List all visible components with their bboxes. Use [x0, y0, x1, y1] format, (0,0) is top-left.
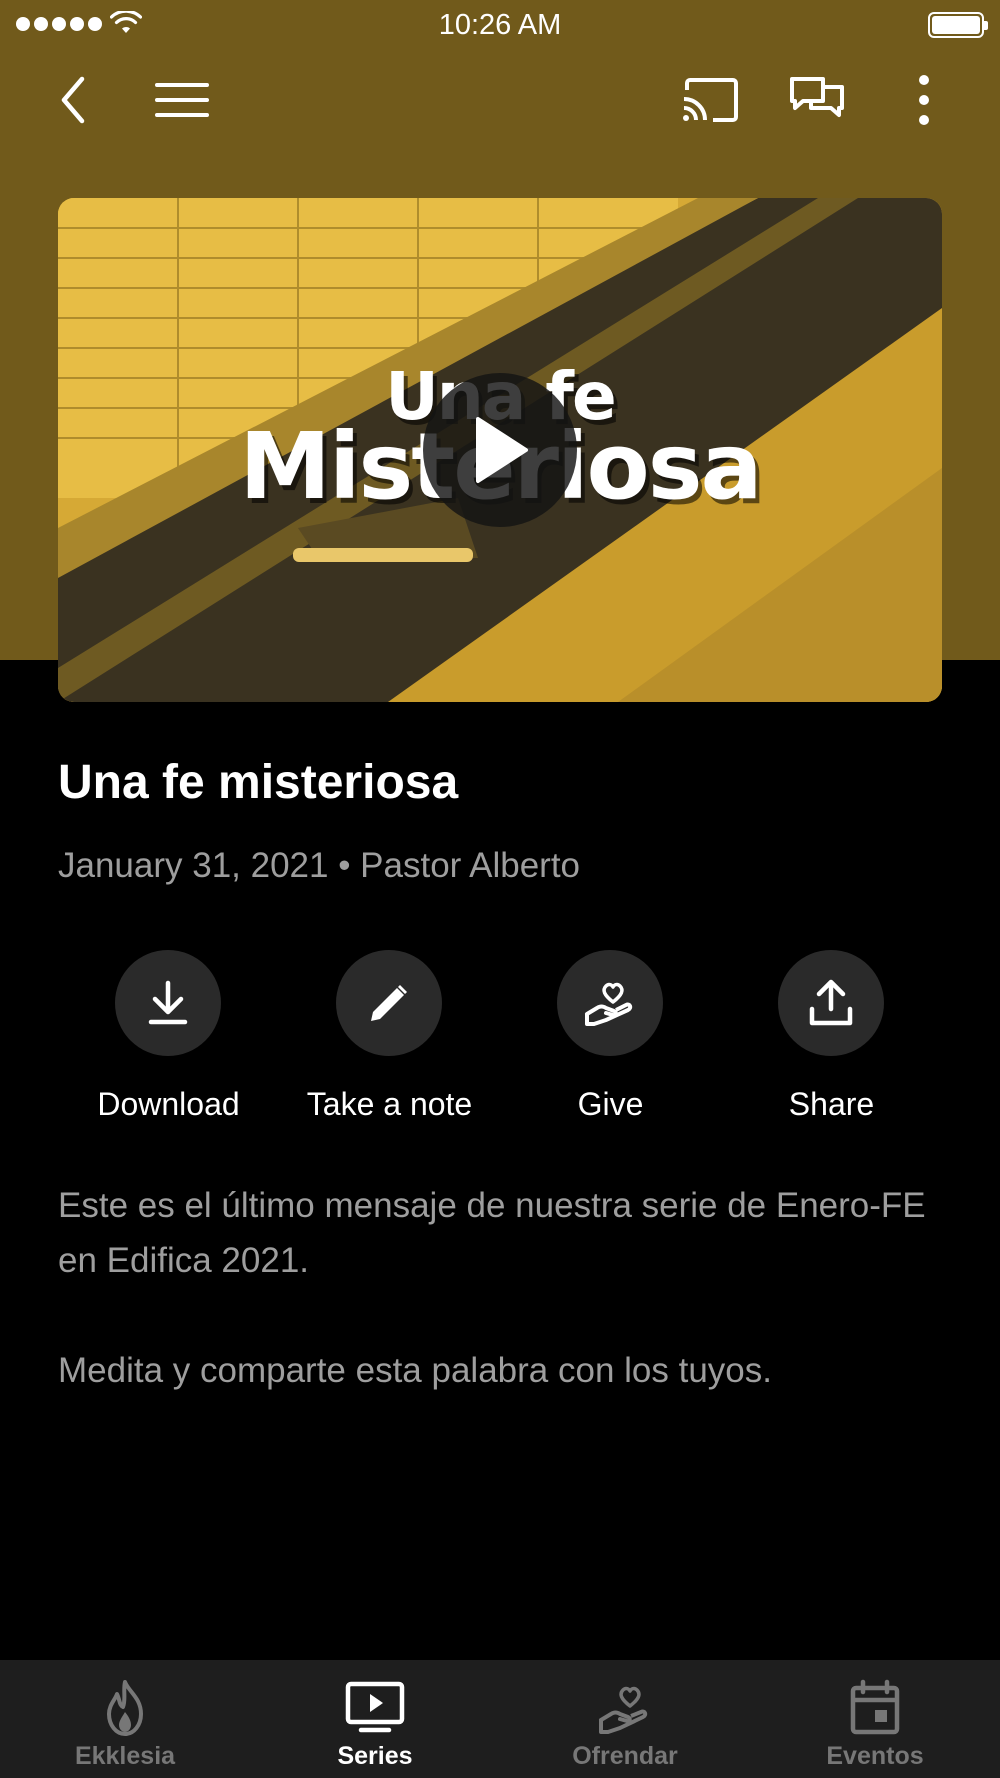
bottom-tab-bar: Ekklesia Series Ofrendar Eventos [0, 1660, 1000, 1778]
sermon-title: Una fe misteriosa [58, 756, 459, 809]
tv-play-icon [345, 1681, 405, 1733]
take-note-button[interactable]: Take a note [279, 950, 500, 1130]
menu-icon [155, 83, 209, 117]
back-button[interactable] [34, 60, 114, 140]
sermon-date-speaker: January 31, 2021 • Pastor Alberto [58, 846, 581, 885]
download-label: Download [97, 1086, 240, 1122]
download-button-circle [115, 950, 221, 1056]
give-label: Give [577, 1086, 644, 1122]
cast-button[interactable] [670, 60, 750, 140]
status-bar: 10:26 AM [0, 0, 1000, 50]
top-toolbar [0, 60, 1000, 140]
sermon-description: Este es el último mensaje de nuestra ser… [58, 1178, 938, 1398]
download-icon [148, 980, 188, 1025]
calendar-icon [850, 1679, 900, 1735]
video-player[interactable]: Una fe Misteriosa [58, 198, 942, 702]
download-button[interactable]: Download [58, 950, 279, 1130]
share-button-circle [778, 950, 884, 1056]
tab-series[interactable]: Series [250, 1660, 500, 1778]
take-note-label: Take a note [306, 1086, 473, 1122]
tab-eventos[interactable]: Eventos [750, 1660, 1000, 1778]
heart-hand-icon [585, 982, 633, 1026]
tab-series-label: Series [337, 1742, 413, 1770]
description-paragraph-1: Este es el último mensaje de nuestra ser… [58, 1186, 926, 1280]
description-paragraph-2: Medita y comparte esta palabra con los t… [58, 1351, 772, 1390]
take-note-button-circle [336, 950, 442, 1056]
chat-icon [790, 77, 844, 117]
share-label: Share [788, 1086, 875, 1122]
tab-eventos-label: Eventos [826, 1742, 924, 1770]
tab-ekklesia-label: Ekklesia [74, 1742, 176, 1770]
chat-button[interactable] [777, 60, 857, 140]
flame-icon [107, 1680, 143, 1736]
cast-icon [683, 78, 738, 122]
more-options-button[interactable] [884, 60, 964, 140]
tab-ekklesia[interactable]: Ekklesia [0, 1660, 250, 1778]
share-icon [809, 979, 853, 1026]
give-button-circle [557, 950, 663, 1056]
tab-ofrendar[interactable]: Ofrendar [500, 1660, 750, 1778]
status-time: 10:26 AM [438, 9, 562, 41]
heart-hand-icon [599, 1686, 648, 1734]
menu-button[interactable] [142, 60, 222, 140]
more-vertical-icon [919, 75, 929, 125]
pencil-icon [371, 985, 407, 1021]
play-icon [476, 417, 528, 483]
battery-icon [928, 12, 988, 38]
action-row: Download Take a note Give Share [58, 950, 942, 1130]
share-button[interactable]: Share [721, 950, 942, 1130]
give-button[interactable]: Give [500, 950, 721, 1130]
tab-ofrendar-label: Ofrendar [572, 1742, 678, 1770]
back-arrow-icon [61, 76, 85, 124]
play-button[interactable] [423, 373, 577, 527]
